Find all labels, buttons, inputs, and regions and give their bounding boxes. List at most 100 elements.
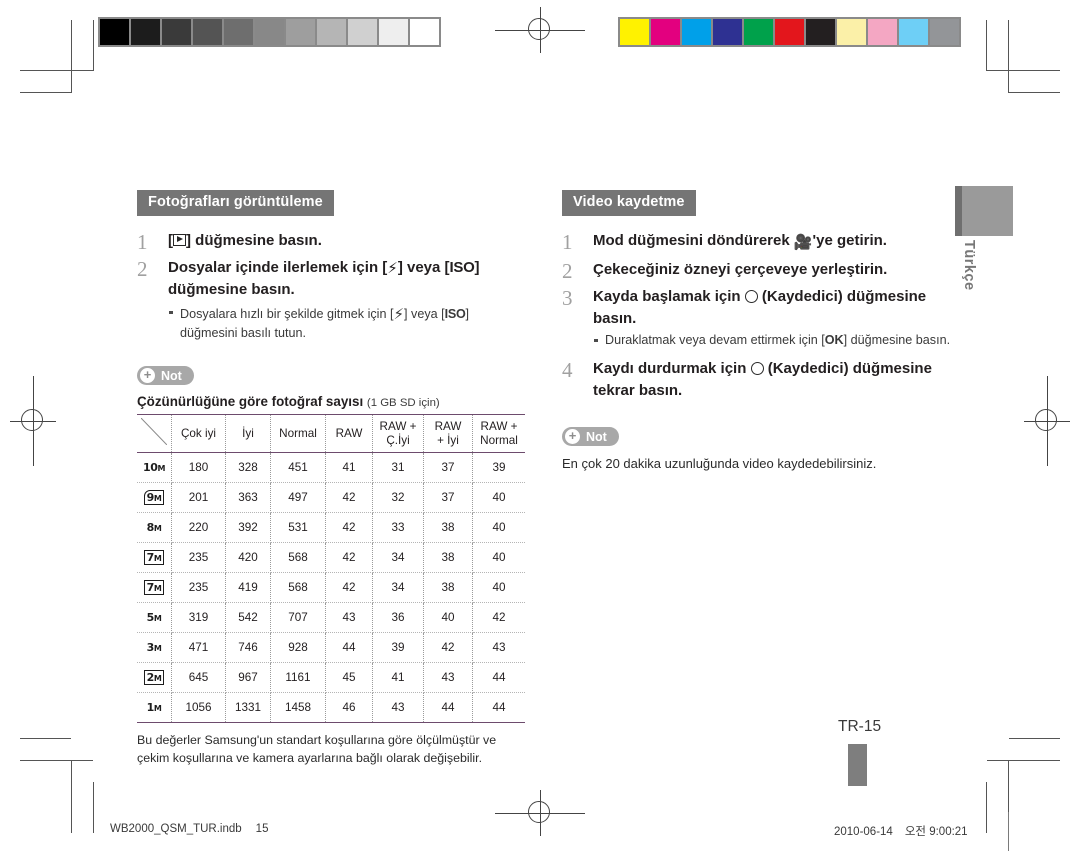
step-item-1: 1 [] düğmesine basın. (137, 230, 517, 254)
table-cell: 746 (225, 632, 271, 664)
table-cell: 38 (423, 512, 473, 544)
color-swatch-10 (928, 17, 961, 47)
table-cell: 967 (225, 662, 271, 694)
side-tab-label: Türkçe (961, 240, 977, 291)
table-column-header: Çok iyi (171, 414, 226, 454)
color-swatch-9 (897, 17, 930, 47)
color-swatch-5 (773, 17, 806, 47)
table-cell: 39 (372, 632, 424, 664)
step-text: [] düğmesine basın. (168, 231, 322, 249)
table-cell: 645 (171, 662, 226, 694)
table-cell: 471 (171, 632, 226, 664)
sub-bullet: Duraklatmak veya devam ettirmek için [OK… (593, 332, 952, 350)
record-button-icon (750, 362, 764, 376)
table-cell: 568 (270, 572, 326, 604)
resolution-10m-icon: 10M (142, 461, 166, 475)
resolution-7m-icon: 7M (143, 550, 165, 566)
resolution-icon-cell: 7M (137, 542, 172, 574)
table-cell: 43 (372, 692, 424, 724)
table-cell: 928 (270, 632, 326, 664)
resolution-icon-cell: 2M (137, 662, 172, 694)
crop-mark-tl-h (20, 70, 93, 72)
step-number: 4 (562, 358, 573, 383)
section-title-video-record: Video kaydetme (562, 190, 696, 216)
grayscale-swatch-9 (377, 17, 410, 47)
table-cell: 34 (372, 572, 424, 604)
note-badge-label: Not (586, 429, 607, 444)
table-cell: 42 (325, 572, 373, 604)
table-column-header: Normal (270, 414, 326, 454)
grayscale-swatch-3 (191, 17, 224, 47)
step-number: 3 (562, 286, 573, 311)
table-head: Çok iyi İyi Normal RAW RAW + Ç.İyi RAW + İyi RAW… (137, 414, 525, 454)
step-number: 2 (137, 256, 148, 281)
grayscale-swatch-6 (284, 17, 317, 47)
crop-mark-tr-v (1008, 20, 1010, 93)
grayscale-swatch-1 (129, 17, 162, 47)
table-cell: 43 (472, 632, 525, 664)
step-text: Kayda başlamak için (Kaydedici) düğmesin… (593, 288, 927, 327)
color-swatch-1 (649, 17, 682, 47)
flash-button-icon: ⚡ (393, 305, 405, 323)
table-cell: 1161 (270, 662, 326, 694)
step-item-1: 1 Mod düğmesini döndürerek 🎥'ye getirin. (562, 230, 952, 254)
footer-page: 15 (255, 823, 269, 835)
page-number-bar (848, 744, 867, 786)
color-swatch-6 (804, 17, 837, 47)
table-cell: 707 (270, 602, 326, 634)
color-swatch-8 (866, 17, 899, 47)
table-cell: 542 (225, 602, 271, 634)
page-number: TR-15 (838, 718, 882, 735)
table-column-header: RAW + Ç.İyi (372, 414, 424, 454)
video-record-step-list: 1 Mod düğmesini döndürerek 🎥'ye getirin.… (562, 230, 952, 401)
step-number: 2 (562, 258, 573, 283)
crop-mark-bl-h (20, 760, 93, 762)
table-cell: 40 (472, 512, 525, 544)
table-cell: 43 (423, 662, 473, 694)
step-text: Kaydı durdurmak için (Kaydedici) düğmesi… (593, 360, 932, 399)
step-item-2: 2 Çekeceğiniz özneyi çerçeveye yerleştir… (562, 259, 952, 283)
table-cell: 392 (225, 512, 271, 544)
color-swatch-3 (711, 17, 744, 47)
table-column-header: İyi (225, 414, 271, 454)
table-cell: 36 (372, 602, 424, 634)
table-row: 7M 235 420 568 42 34 38 40 (137, 542, 525, 574)
table-cell: 363 (225, 482, 271, 514)
table-cell: 235 (171, 542, 226, 574)
table-cell: 44 (472, 662, 525, 694)
left-content-column: Fotoğrafları görüntüleme 1 [] düğmesine … (137, 190, 525, 768)
table-cell: 34 (372, 542, 424, 574)
grayscale-swatch-2 (160, 17, 193, 47)
table-cell: 39 (472, 452, 525, 484)
footer-time: 9:00:21 (929, 826, 968, 838)
table-caption: Çözünürlüğüne göre fotoğraf sayısı (1 GB… (137, 394, 517, 409)
movie-camera-icon: 🎥 (793, 233, 813, 251)
table-cell: 40 (472, 482, 525, 514)
table-caption-sub: (1 GB SD için) (366, 397, 440, 410)
footer-left: WB2000_QSM_TUR.indb 15 (110, 823, 268, 835)
table-body: 10M 180 328 451 41 31 37 39 9M 201 363 497 42 32 37 40 8… (137, 452, 525, 724)
resolution-icon-cell: 3M (137, 632, 172, 664)
resolution-5m-icon: 5M (146, 611, 162, 625)
footer-ampm: 오전 (904, 826, 926, 838)
resolution-icon-cell: 10M (137, 452, 172, 484)
page-canvas: Fotoğrafları görüntüleme 1 [] düğmesine … (0, 0, 1080, 851)
footer-vertical-rule (1008, 812, 1009, 851)
note-badge-right: + Not (562, 427, 619, 447)
color-swatch-2 (680, 17, 713, 47)
resolution-icon-cell: 7M (137, 572, 172, 604)
table-cell: 531 (270, 512, 326, 544)
grayscale-swatch-0 (98, 17, 131, 47)
photo-view-step-list: 1 [] düğmesine basın. 2 Dosyalar içinde … (137, 230, 517, 343)
table-cell: 44 (423, 692, 473, 724)
grayscale-swatch-4 (222, 17, 255, 47)
table-cell: 180 (171, 452, 226, 484)
table-row: 8M 220 392 531 42 33 38 40 (137, 512, 525, 544)
table-cell: 328 (225, 452, 271, 484)
table-footnote: Bu değerler Samsung'un standart koşullar… (137, 733, 497, 766)
table-cell: 40 (423, 602, 473, 634)
table-cell: 42 (325, 512, 373, 544)
table-cell: 31 (372, 452, 424, 484)
resolution-icon-cell: 1M (137, 692, 172, 724)
table-cell: 235 (171, 572, 226, 604)
